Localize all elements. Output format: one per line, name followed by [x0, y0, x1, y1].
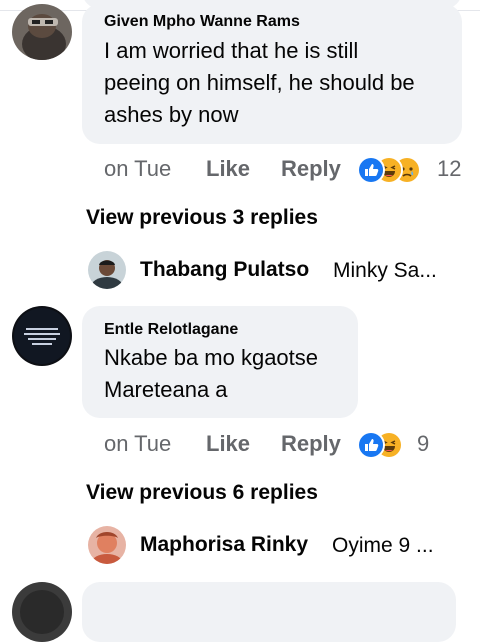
comment-text-line: peeing on himself, he should be [104, 70, 415, 95]
avatar[interactable] [12, 306, 72, 366]
comment-text-line: Mareteana a [104, 377, 228, 402]
avatar-photo-icon [12, 582, 72, 642]
reply-button[interactable]: Reply [281, 156, 341, 182]
comment-text-line: ashes by now [104, 102, 239, 127]
view-previous-replies-link[interactable]: View previous 6 replies [86, 481, 318, 505]
avatar-photo-icon [12, 4, 72, 60]
comment-text-line: Nkabe ba mo kgaotse [104, 345, 319, 370]
comment-time[interactable]: on Tue [104, 156, 171, 182]
reply-author: Thabang Pulatso [140, 258, 310, 281]
comment-author[interactable]: Given Mpho Wanne Rams [104, 13, 300, 31]
reply-author: Maphorisa Rinky [140, 533, 309, 556]
avatar [88, 251, 126, 289]
reaction-summary[interactable]: 9 [357, 431, 447, 459]
reaction-count: 12 [437, 156, 462, 181]
latest-reply-preview[interactable]: Maphorisa Rinky Oyime 9 ... [88, 526, 468, 566]
avatar-photo-icon [12, 306, 72, 366]
avatar[interactable] [12, 582, 72, 642]
avatar [88, 526, 126, 564]
reply-button[interactable]: Reply [281, 431, 341, 457]
reply-snippet: Minky Sa... [333, 259, 437, 282]
reaction-count: 9 [417, 431, 430, 456]
like-reaction-icon [357, 156, 385, 184]
comment-bubble [82, 582, 456, 642]
avatar-photo-icon [88, 526, 126, 564]
like-button[interactable]: Like [206, 156, 250, 182]
comment-time[interactable]: on Tue [104, 431, 171, 457]
comment-author[interactable]: Entle Relotlagane [104, 321, 238, 339]
avatar-photo-icon [88, 251, 126, 289]
reaction-summary[interactable]: 12 [357, 156, 467, 184]
like-reaction-icon [357, 431, 385, 459]
reply-snippet: Oyime 9 ... [332, 534, 434, 557]
like-button[interactable]: Like [206, 431, 250, 457]
comment-text-line: I am worried that he is still [104, 38, 359, 63]
latest-reply-preview[interactable]: Thabang Pulatso Minky Sa... [88, 251, 468, 291]
avatar[interactable] [12, 4, 72, 60]
view-previous-replies-link[interactable]: View previous 3 replies [86, 206, 318, 230]
